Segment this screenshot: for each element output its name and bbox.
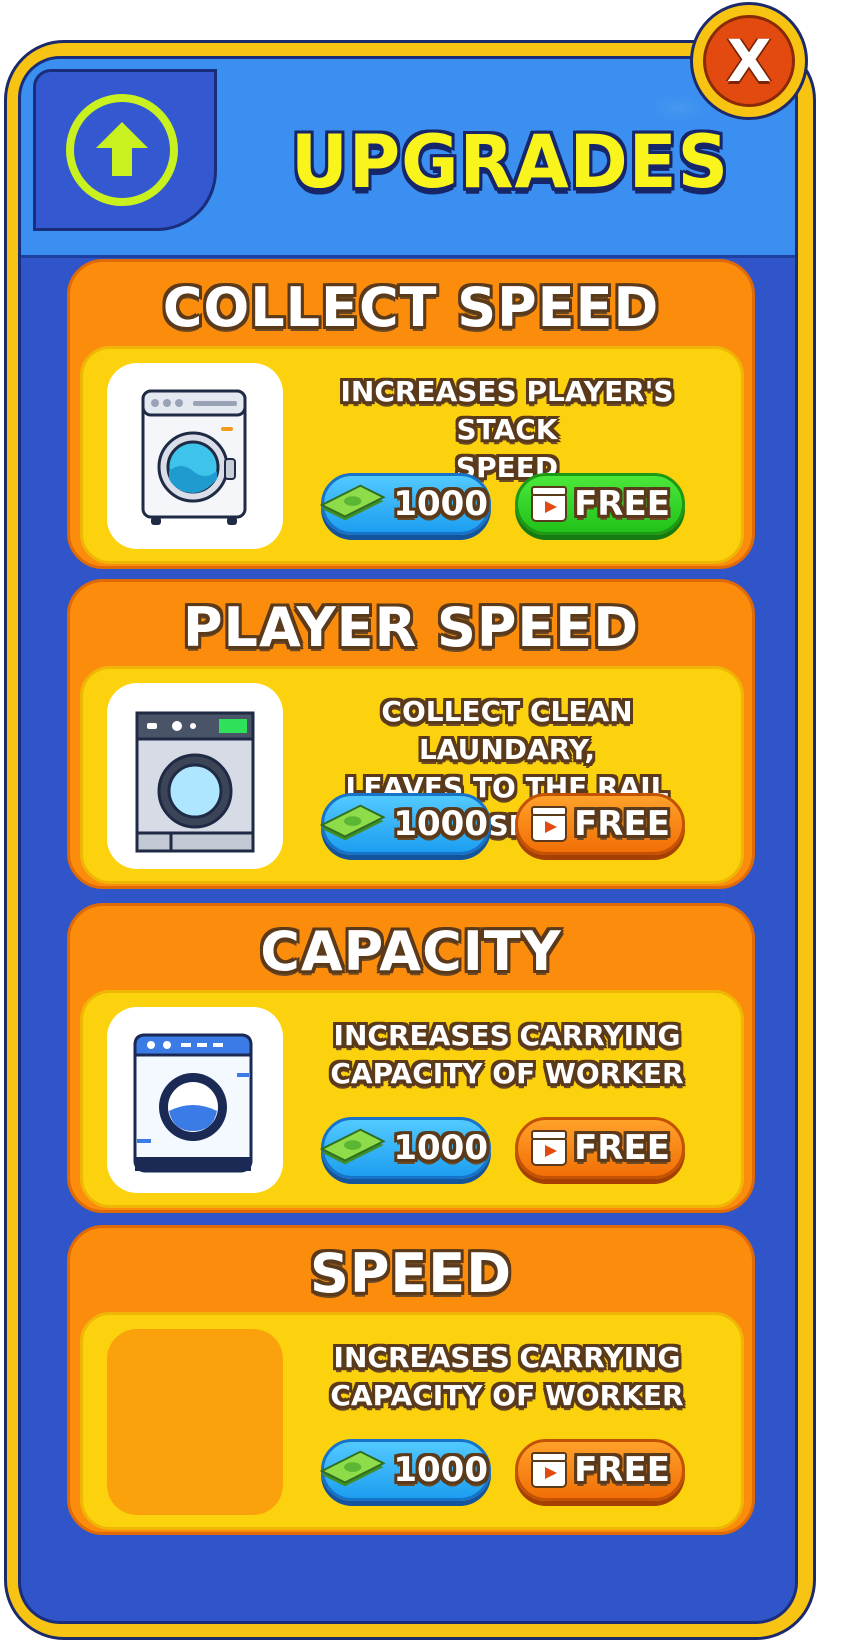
close-button[interactable]: X: [690, 2, 808, 120]
cash-stack-icon: [319, 1128, 386, 1165]
page-title: UPGRADES: [291, 118, 730, 206]
card-description: INCREASES CARRYING CAPACITY OF WORKER: [307, 1017, 707, 1093]
panel-header: UPGRADES: [21, 59, 795, 258]
cost-label: 1000: [393, 1128, 488, 1168]
card-description: INCREASES PLAYER'S STACK SPEED: [307, 373, 707, 487]
description-line: CAPACITY OF WORKER: [330, 1057, 684, 1090]
cash-stack-icon: [319, 804, 386, 841]
cash-stack-icon: [319, 484, 386, 521]
free-video-button[interactable]: FREE: [515, 473, 685, 535]
video-clapper-icon: [531, 1452, 568, 1488]
washing-machine-blue-icon: [107, 1007, 283, 1193]
card-body: INCREASES CARRYING CAPACITY OF WORKER 10…: [80, 1312, 744, 1530]
free-video-button[interactable]: FREE: [515, 1439, 685, 1501]
description-line: CAPACITY OF WORKER: [330, 1379, 684, 1412]
card-body: INCREASES PLAYER'S STACK SPEED 1000 FREE: [80, 346, 744, 564]
upgrade-card-collect-speed: COLLECT SPEED INCREASES PLAYER'S STACK S…: [67, 259, 755, 569]
description-line: INCREASES CARRYING: [333, 1341, 681, 1374]
upgrade-card-capacity: CAPACITY INCREASES CARRYING CAPACITY OF …: [67, 903, 755, 1213]
close-icon[interactable]: X: [703, 15, 795, 107]
cost-label: 1000: [393, 804, 488, 844]
upgrades-panel: UPGRADES COLLECT SPEED INCREASES PLAYER'…: [18, 56, 798, 1624]
buy-with-cash-button[interactable]: 1000: [319, 473, 491, 535]
description-line: COLLECT CLEAN LAUNDARY,: [381, 695, 633, 766]
description-line: INCREASES PLAYER'S STACK: [340, 375, 674, 446]
free-label: FREE: [574, 1128, 670, 1168]
upgrade-card-player-speed: PLAYER SPEED COLLECT CLEAN LAUNDARY, LEA…: [67, 579, 755, 889]
card-description: INCREASES CARRYING CAPACITY OF WORKER: [307, 1339, 707, 1415]
cost-label: 1000: [393, 484, 488, 524]
card-title: PLAYER SPEED: [182, 596, 640, 659]
buy-with-cash-button[interactable]: 1000: [319, 1117, 491, 1179]
description-line: INCREASES CARRYING: [333, 1019, 681, 1052]
free-video-button[interactable]: FREE: [515, 793, 685, 855]
video-clapper-icon: [531, 806, 568, 842]
upgrade-arrow-icon: [66, 94, 178, 206]
card-title: CAPACITY: [260, 920, 562, 983]
buy-with-cash-button[interactable]: 1000: [319, 793, 491, 855]
card-title: COLLECT SPEED: [162, 276, 660, 339]
free-label: FREE: [574, 1450, 670, 1490]
upgrade-card-speed: SPEED INCREASES CARRYING CAPACITY OF WOR…: [67, 1225, 755, 1535]
card-title: SPEED: [309, 1242, 513, 1305]
video-clapper-icon: [531, 1130, 568, 1166]
washing-machine-dark-icon: [107, 683, 283, 869]
free-label: FREE: [574, 804, 670, 844]
card-body: COLLECT CLEAN LAUNDARY, LEAVES TO THE RA…: [80, 666, 744, 884]
card-body: INCREASES CARRYING CAPACITY OF WORKER 10…: [80, 990, 744, 1208]
empty-thumbnail: [107, 1329, 283, 1515]
video-clapper-icon: [531, 486, 568, 522]
buy-with-cash-button[interactable]: 1000: [319, 1439, 491, 1501]
free-label: FREE: [574, 484, 670, 524]
cash-stack-icon: [319, 1450, 386, 1487]
cost-label: 1000: [393, 1450, 488, 1490]
upgrade-icon-tab: [33, 69, 217, 231]
washing-machine-gray-icon: [107, 363, 283, 549]
free-video-button[interactable]: FREE: [515, 1117, 685, 1179]
